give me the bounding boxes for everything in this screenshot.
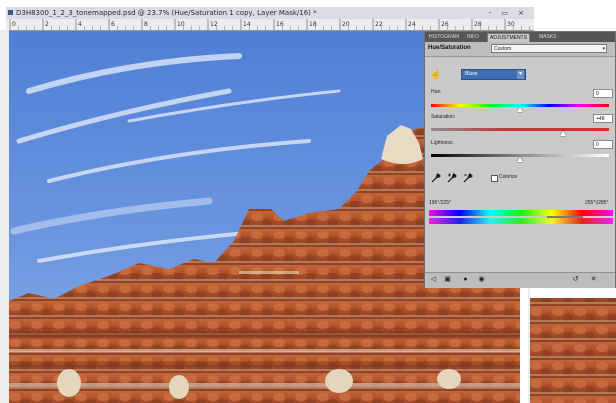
lightness-slider-thumb[interactable] <box>517 157 523 162</box>
ruler-tick-label: 2 <box>45 21 49 28</box>
chevron-down-icon: ▾ <box>602 46 605 52</box>
ruler-tick-label: 14 <box>243 21 251 28</box>
delete-icon[interactable]: ✕ <box>589 275 598 284</box>
colorize-checkbox[interactable] <box>491 175 498 182</box>
saturation-slider-track[interactable] <box>431 128 609 131</box>
rock-thumbnail <box>530 288 616 403</box>
ruler-tick-label: 16 <box>276 21 284 28</box>
adjustments-panel: HISTOGRAM INFO ADJUSTMENTS MASKS Hue/Sat… <box>424 31 616 288</box>
ruler-tick-label: 8 <box>144 21 148 28</box>
channel-value: Blues <box>465 71 478 77</box>
hue-value-field[interactable]: 0 <box>593 89 613 98</box>
document-title: D3H8300_1_2_3_tonemapped.psd @ 23.7% (Hu… <box>16 9 317 17</box>
document-icon <box>8 10 13 15</box>
colorize-label: Colorize <box>499 174 518 180</box>
lightness-label: Lightness: <box>431 140 454 146</box>
tab-histogram[interactable]: HISTOGRAM <box>427 33 461 42</box>
panel-footer: ◁ ▣ ● ◉ ↺ ✕ <box>425 272 615 288</box>
ruler-tick-label: 22 <box>375 21 383 28</box>
ruler-tick-label: 28 <box>474 21 482 28</box>
saturation-value-field[interactable]: +48 <box>593 114 613 123</box>
ruler-tick-label: 4 <box>78 21 82 28</box>
reset-icon[interactable]: ↺ <box>571 275 580 284</box>
tab-masks[interactable]: MASKS <box>537 33 559 42</box>
lightness-value-field[interactable]: 0 <box>593 140 613 149</box>
ruler-tick-label: 6 <box>111 21 115 28</box>
ruler-tick-label: 10 <box>177 21 185 28</box>
ruler-tick-label: 12 <box>210 21 218 28</box>
range-end-readout: 255°\/285° <box>585 200 609 206</box>
hue-label: Hue: <box>431 89 442 95</box>
chevron-down-icon: ▾ <box>516 70 524 79</box>
visibility-icon[interactable]: ◉ <box>477 275 486 284</box>
channel-dropdown[interactable]: Blues ▾ <box>461 69 526 80</box>
eyedropper-plus-icon[interactable] <box>447 173 457 183</box>
range-start-readout: 195°/225° <box>429 200 452 206</box>
ruler-tick-label: 24 <box>408 21 416 28</box>
photoshop-workspace: D3H8300_1_2_3_tonemapped.psd @ 23.7% (Hu… <box>0 0 616 403</box>
ruler-tick-label: 18 <box>309 21 317 28</box>
panel-tab-strip: HISTOGRAM INFO ADJUSTMENTS MASKS <box>425 32 615 43</box>
preset-value: Custom <box>494 46 512 52</box>
panel-title: Hue/Saturation <box>428 45 471 51</box>
second-document-preview[interactable] <box>528 288 616 403</box>
eyedropper-icon[interactable] <box>431 173 441 183</box>
back-icon[interactable]: ◁ <box>429 275 438 284</box>
saturation-label: Saturation: <box>431 114 456 120</box>
ruler-tick-label: 26 <box>441 21 449 28</box>
hue-slider-thumb[interactable] <box>517 107 523 112</box>
tab-info[interactable]: INFO <box>465 33 481 42</box>
ruler-tick-label: 0 <box>12 21 16 28</box>
ruler-ticks: 0 2 4 6 8 10 12 14 16 18 20 22 24 26 28 30 <box>9 19 530 30</box>
ruler-tick-label: 30 <box>507 21 515 28</box>
window-controls[interactable]: - ▭ × <box>489 7 528 19</box>
eyedropper-minus-icon[interactable] <box>463 173 473 183</box>
horizontal-ruler[interactable]: 0 2 4 6 8 10 12 14 16 18 20 22 24 26 28 30 <box>6 19 534 31</box>
preset-dropdown[interactable]: Custom ▾ <box>491 44 607 53</box>
clip-icon[interactable]: ● <box>461 275 470 284</box>
saturation-slider-thumb[interactable] <box>559 131 566 136</box>
panel-header: Hue/Saturation Custom ▾ <box>425 42 615 57</box>
hand-arrows-icon[interactable]: ☝ <box>430 69 441 80</box>
output-color-bar <box>429 218 613 224</box>
expand-icon[interactable]: ▣ <box>443 275 452 284</box>
ruler-tick-label: 20 <box>342 21 350 28</box>
